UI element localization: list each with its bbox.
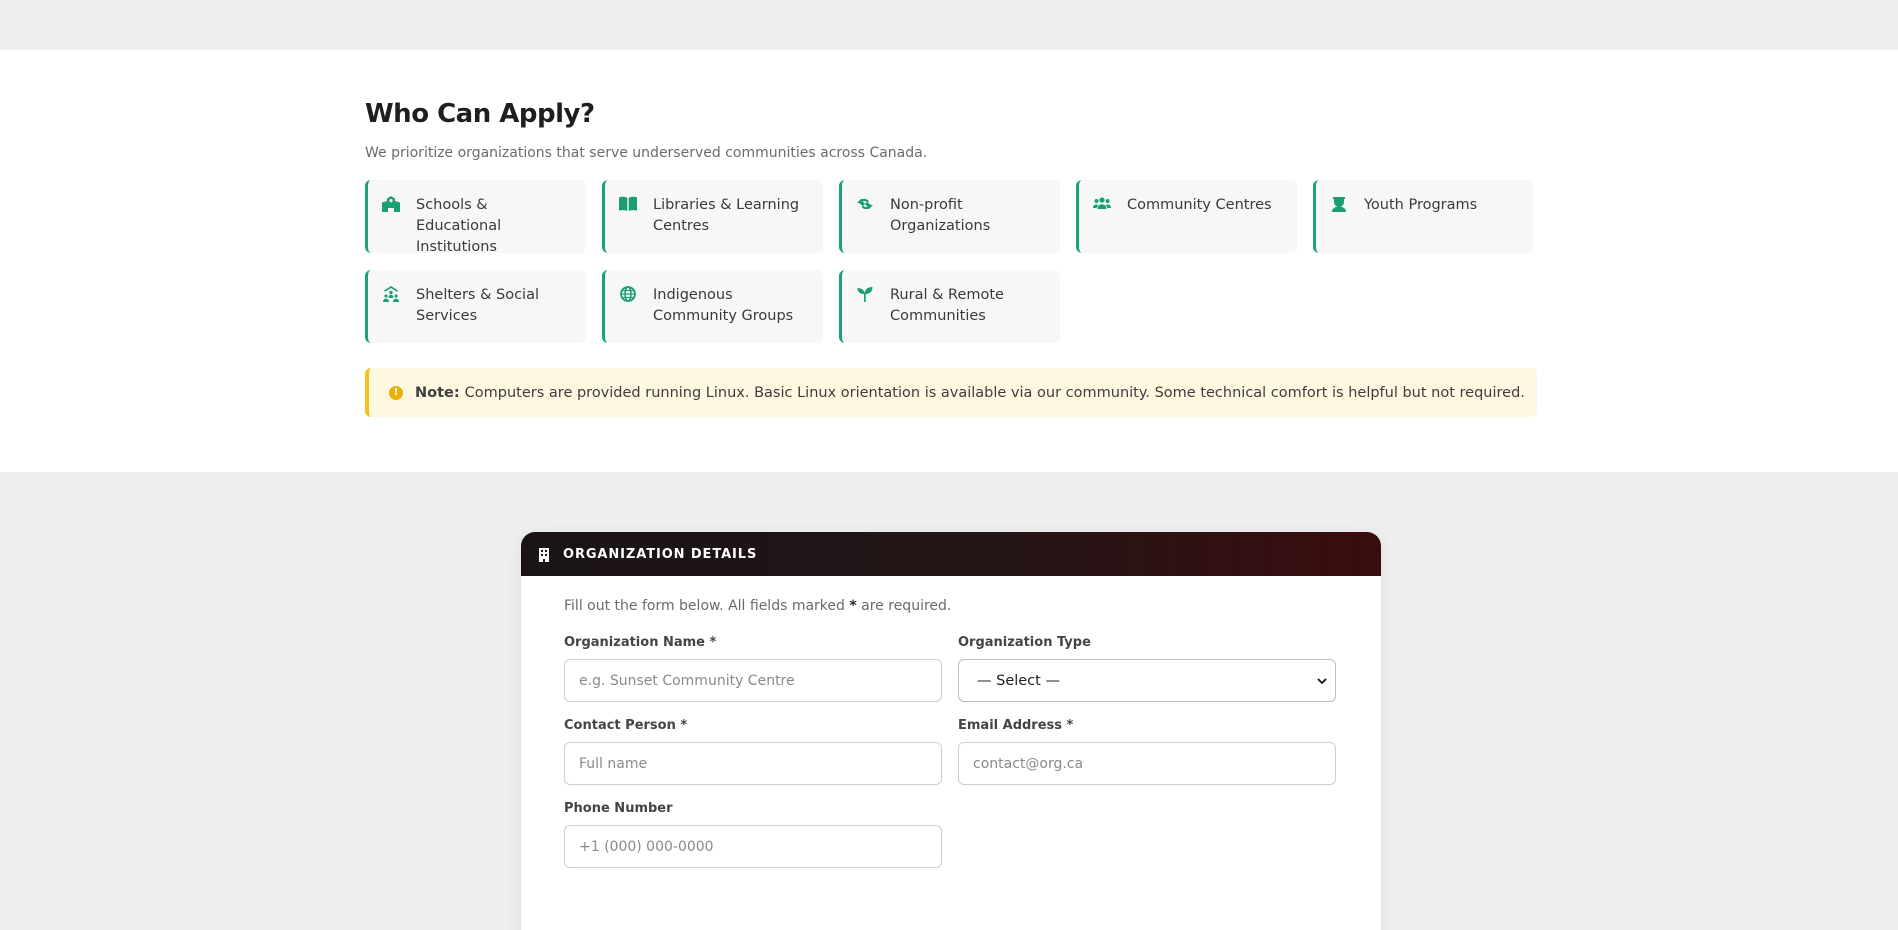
eligibility-card-indigenous: Indigenous Community Groups xyxy=(602,270,823,343)
org-type-selected: — Select — xyxy=(977,672,1060,689)
building-icon xyxy=(538,547,550,562)
note-label: Note: xyxy=(415,384,460,401)
eligibility-card-shelters: Shelters & Social Services xyxy=(365,270,586,343)
phone-input[interactable] xyxy=(564,825,942,868)
org-name-input[interactable] xyxy=(564,659,942,702)
school-icon xyxy=(382,196,404,216)
hands-helping-icon xyxy=(856,196,878,216)
eligibility-label: Shelters & Social Services xyxy=(416,287,539,324)
section-subtitle: We prioritize organizations that serve u… xyxy=(365,145,928,161)
form-row-1: Organization Name * Organization Type — … xyxy=(564,635,1337,702)
form-intro: Fill out the form below. All fields mark… xyxy=(564,598,1337,618)
form-header-title: ORGANIZATION DETAILS xyxy=(563,546,758,562)
book-icon xyxy=(619,196,641,216)
note-text: Computers are provided running Linux. Ba… xyxy=(464,384,1525,401)
eligibility-label: Non-profit Organizations xyxy=(890,197,991,234)
seedling-icon xyxy=(856,286,878,306)
eligibility-card-nonprofits: Non-profit Organizations xyxy=(839,180,1060,253)
eligibility-card-rural: Rural & Remote Communities xyxy=(839,270,1060,343)
who-can-apply-section: Who Can Apply? We prioritize organizatio… xyxy=(0,50,1898,472)
eligibility-label: Youth Programs xyxy=(1364,197,1478,213)
users-icon xyxy=(1093,196,1115,216)
required-marker: * xyxy=(849,598,857,614)
email-input[interactable] xyxy=(958,742,1336,785)
org-type-field: Organization Type — Select — xyxy=(958,635,1336,702)
globe-icon xyxy=(619,286,641,306)
contact-input[interactable] xyxy=(564,742,942,785)
org-name-field: Organization Name * xyxy=(564,635,942,702)
contact-field: Contact Person * xyxy=(564,718,942,785)
org-type-select[interactable]: — Select — xyxy=(958,659,1336,702)
org-type-label: Organization Type xyxy=(958,635,1091,650)
org-name-label: Organization Name * xyxy=(564,635,717,650)
eligibility-label: Libraries & Learning Centres xyxy=(653,197,800,234)
email-field: Email Address * xyxy=(958,718,1336,785)
application-form-section: ORGANIZATION DETAILS Fill out the form b… xyxy=(0,472,1898,930)
top-band xyxy=(0,0,1898,50)
eligibility-card-libraries: Libraries & Learning Centres xyxy=(602,180,823,253)
chevron-down-icon xyxy=(1317,677,1327,684)
eligibility-label: Community Centres xyxy=(1127,197,1272,213)
email-label: Email Address * xyxy=(958,718,1074,733)
warning-icon: ! xyxy=(389,385,403,400)
organization-form-card: ORGANIZATION DETAILS Fill out the form b… xyxy=(521,532,1381,930)
form-body: Fill out the form below. All fields mark… xyxy=(521,576,1381,868)
eligibility-card-youth: Youth Programs xyxy=(1313,180,1534,253)
form-header: ORGANIZATION DETAILS xyxy=(521,532,1381,576)
section-title: Who Can Apply? xyxy=(365,99,595,129)
form-row-3: Phone Number xyxy=(564,801,1337,868)
form-intro-before: Fill out the form below. All fields mark… xyxy=(564,598,845,614)
eligibility-label: Schools & Educational Institutions xyxy=(416,197,502,255)
who-container: Who Can Apply? We prioritize organizatio… xyxy=(365,98,1537,417)
eligibility-label: Indigenous Community Groups xyxy=(653,287,794,324)
graduate-icon xyxy=(1330,196,1352,216)
linux-note: ! Note: Computers are provided running L… xyxy=(365,368,1537,417)
eligibility-label: Rural & Remote Communities xyxy=(890,287,1004,324)
eligibility-card-community-centres: Community Centres xyxy=(1076,180,1297,253)
phone-label: Phone Number xyxy=(564,801,673,816)
contact-label: Contact Person * xyxy=(564,718,688,733)
eligibility-card-schools: Schools & Educational Institutions xyxy=(365,180,586,255)
form-intro-after: are required. xyxy=(861,598,952,614)
eligibility-grid: Schools & Educational Institutions Libra… xyxy=(365,180,1537,343)
form-row-2: Contact Person * Email Address * xyxy=(564,718,1337,785)
phone-field: Phone Number xyxy=(564,801,942,868)
people-roof-icon xyxy=(382,286,404,306)
